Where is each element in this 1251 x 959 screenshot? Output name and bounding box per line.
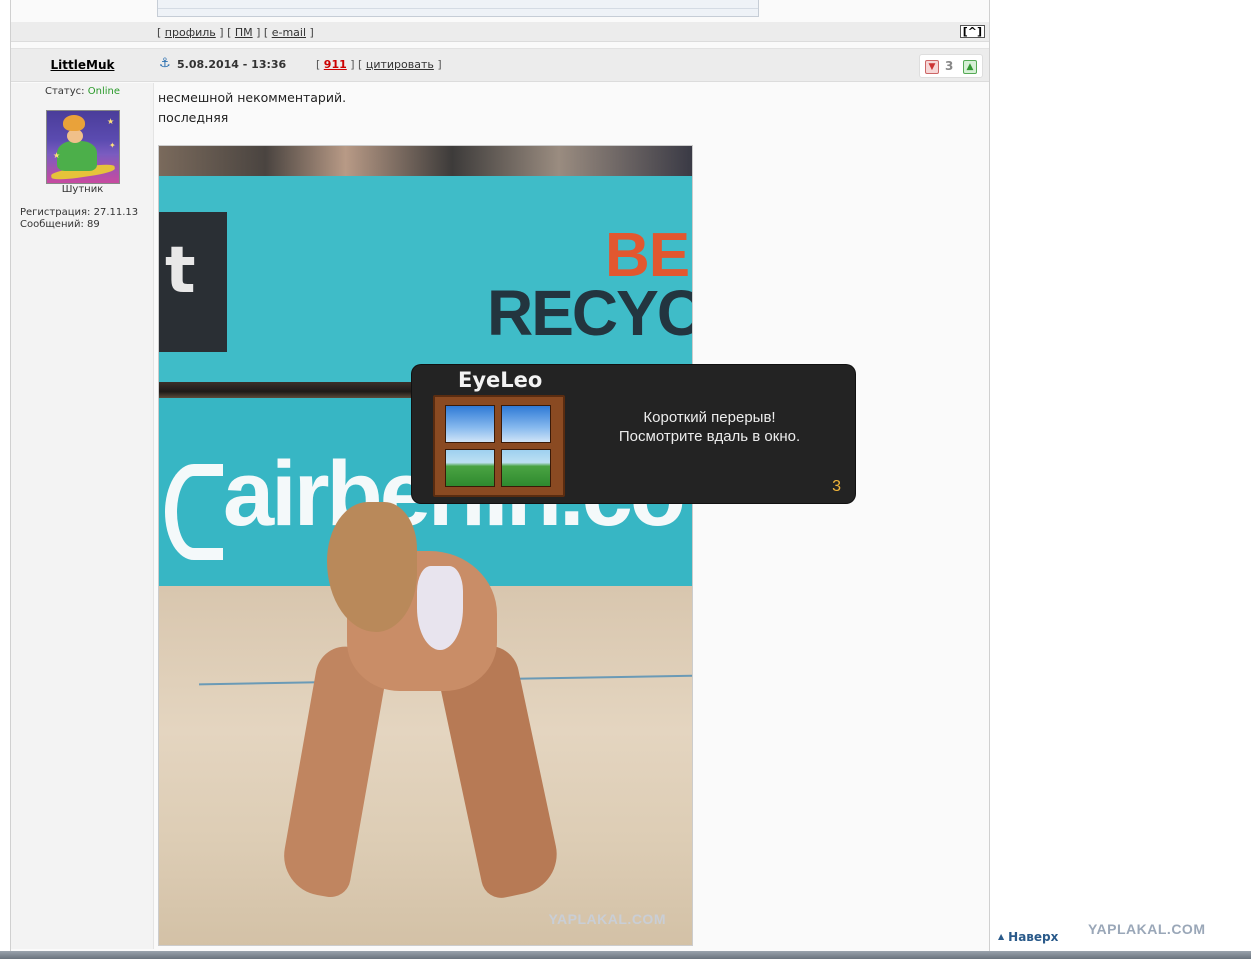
previous-post-links-row: [ профиль ] [ ПМ ] [ e-mail ] [^] [11, 22, 989, 42]
arrow-up-icon: ▲ [998, 932, 1005, 941]
post-count: Сообщений: 89 [20, 219, 100, 230]
pm-link[interactable]: ПМ [235, 26, 253, 39]
status-online: Online [87, 86, 120, 97]
bracket-text: ] [ [346, 58, 366, 71]
window-pane [501, 449, 551, 487]
bracket-text: [ [157, 26, 165, 39]
registration-date: Регистрация: 27.11.13 [20, 207, 139, 218]
post-text: несмешной некомментарий. последняя [158, 88, 346, 128]
thumb-up-icon[interactable]: ▲ [963, 60, 977, 74]
photo-dark-panel: t [159, 212, 227, 352]
avatar-turban [63, 115, 85, 131]
previous-post-body [11, 0, 989, 22]
eyeleo-message: Короткий перерыв! Посмотрите вдаль в окн… [604, 408, 815, 446]
star-icon: ★ [107, 117, 115, 126]
bracket-text: [ [316, 58, 324, 71]
post-image[interactable]: t BE RECYC airberlin.co YAPLAKAL.COM [158, 145, 693, 946]
quote-link[interactable]: цитировать [366, 58, 434, 71]
eyeleo-break-popup[interactable]: EyeLeo Короткий перерыв! Посмотрите вдал… [412, 365, 855, 503]
bracket-text: ] [ [215, 26, 235, 39]
previous-post-links: [ профиль ] [ ПМ ] [ e-mail ] [157, 26, 314, 39]
photo-text-recycle: RECYC [487, 277, 693, 349]
post-number-link[interactable]: 911 [324, 58, 347, 71]
star-icon: ✦ [109, 141, 116, 150]
scroll-up-button[interactable]: [^] [959, 25, 985, 38]
post-header: LittleMuk ⚓ 5.08.2014 - 13:36 [ 911 ] [ … [11, 48, 989, 82]
airline-logo-shape [165, 464, 223, 560]
email-link[interactable]: e-mail [272, 26, 306, 39]
back-to-top-label: Наверх [1008, 930, 1059, 944]
profile-link[interactable]: профиль [165, 26, 216, 39]
bracket-text: ] [433, 58, 442, 71]
site-watermark: YAPLAKAL.COM [1088, 921, 1206, 937]
status-label: Статус: [45, 86, 88, 97]
window-pane [445, 449, 495, 487]
user-info-column: Статус: Online ★ ★ ✦ Шутник Регистрация:… [11, 83, 154, 949]
eyeleo-countdown: 3 [832, 478, 841, 495]
taskbar-edge [0, 951, 1251, 959]
photo-text-t: t [165, 234, 196, 308]
bracket-text: ] [306, 26, 314, 39]
photo-figure-swimsuit [417, 566, 463, 650]
bracket-text: ] [ [252, 26, 272, 39]
post-content: несмешной некомментарий. последняя t BE … [155, 83, 989, 949]
avatar[interactable]: ★ ★ ✦ [46, 110, 120, 184]
photo-crowd [159, 146, 692, 176]
post-author: LittleMuk [11, 58, 154, 72]
post-rating: ▼ 3 ▲ [919, 54, 983, 78]
user-status: Статус: Online [11, 86, 154, 97]
user-reg-info: Регистрация: 27.11.13 Сообщений: 89 [20, 207, 138, 231]
anchor-icon[interactable]: ⚓ [159, 57, 171, 71]
eyeleo-title: EyeLeo [458, 368, 543, 392]
post-text-line: несмешной некомментарий. [158, 90, 347, 105]
eyeleo-message-line: Короткий перерыв! [643, 409, 776, 426]
previous-post-quote-box [157, 0, 759, 17]
author-link[interactable]: LittleMuk [51, 58, 115, 72]
image-watermark: YAPLAKAL.COM [548, 911, 666, 927]
post-text-line: последняя [158, 110, 229, 125]
window-pane [445, 405, 495, 443]
avatar-body [57, 141, 97, 171]
post-date: 5.08.2014 - 13:36 [177, 58, 287, 71]
thumb-down-icon[interactable]: ▼ [925, 60, 939, 74]
star-icon: ★ [53, 151, 61, 160]
user-rank: Шутник [61, 184, 104, 195]
post-number-links: [ 911 ] [ цитировать ] [316, 58, 442, 71]
window-pane [501, 405, 551, 443]
window-icon [433, 395, 565, 497]
avatar-face [67, 129, 83, 143]
rating-value: 3 [945, 59, 954, 73]
back-to-top-link[interactable]: ▲ Наверх [998, 930, 1058, 944]
eyeleo-message-line: Посмотрите вдаль в окно. [618, 428, 801, 445]
